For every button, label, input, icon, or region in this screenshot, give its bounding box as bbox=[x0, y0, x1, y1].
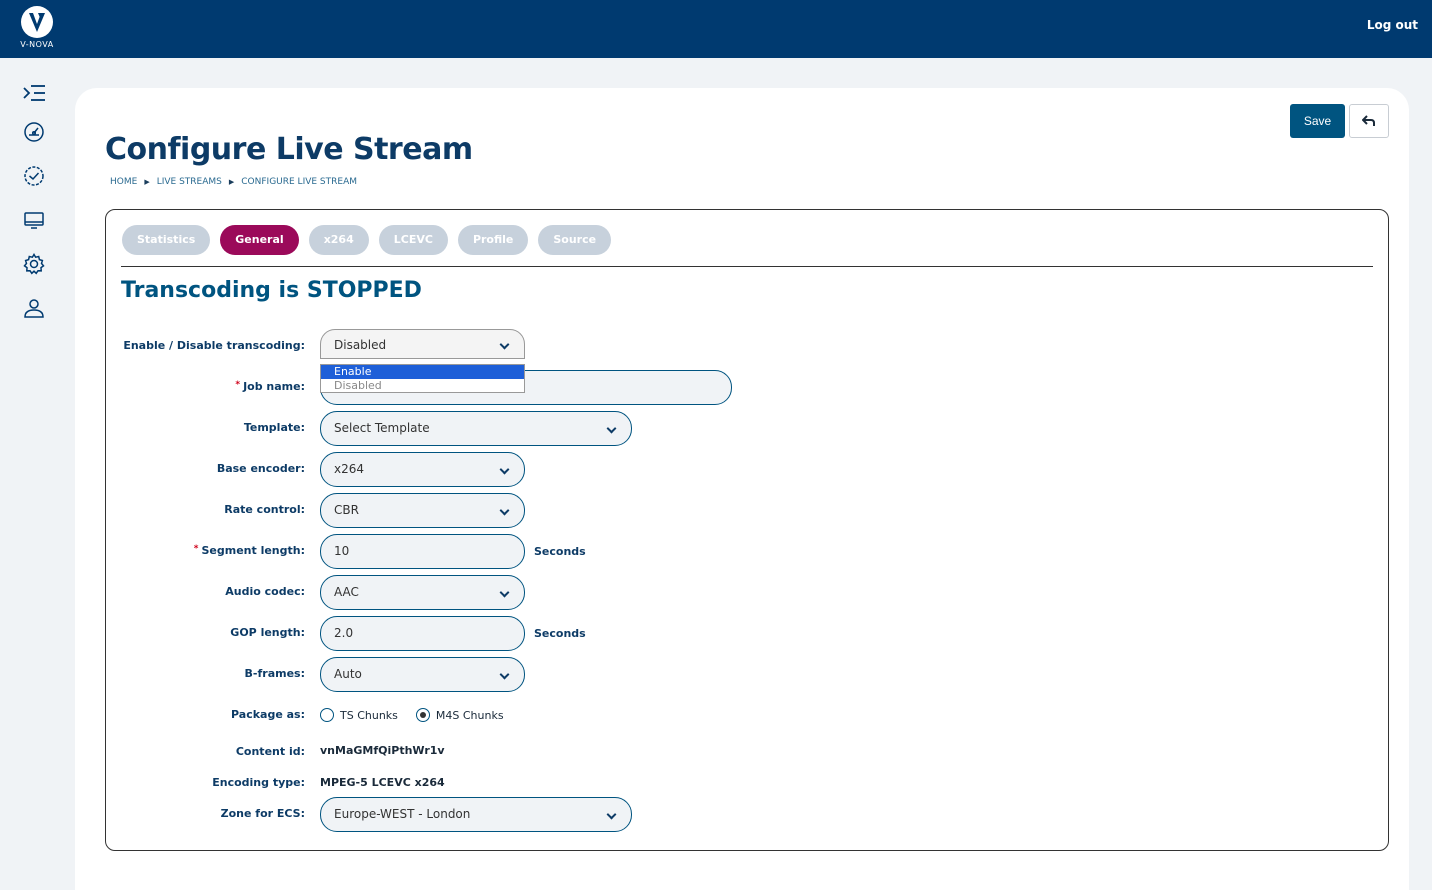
transcoding-options-list: Enable Disabled bbox=[320, 364, 525, 393]
logout-link[interactable]: Log out bbox=[1367, 18, 1418, 32]
menu-expand-icon[interactable] bbox=[22, 82, 46, 106]
save-button[interactable]: Save bbox=[1290, 104, 1345, 138]
base-encoder-label: Base encoder: bbox=[216, 462, 305, 475]
breadcrumb: HOME ▶ LIVE STREAMS ▶ CONFIGURE LIVE STR… bbox=[110, 177, 357, 187]
segment-length-label-text: Segment length: bbox=[201, 544, 305, 557]
job-name-label: * Job name: bbox=[121, 380, 305, 393]
gop-length-input[interactable]: 2.0 bbox=[320, 616, 525, 651]
tab-x264[interactable]: x264 bbox=[308, 225, 369, 255]
content-id-label: Content id: bbox=[235, 745, 305, 758]
ts-chunks-label[interactable]: TS Chunks bbox=[340, 709, 398, 722]
template-select[interactable]: Select Template bbox=[320, 411, 632, 446]
user-icon[interactable] bbox=[22, 296, 46, 320]
job-name-label-text: Job name: bbox=[243, 380, 305, 393]
vnova-logo[interactable]: V-NOVA bbox=[18, 6, 56, 52]
content-id-value: vnMaGMfQiPthWr1v bbox=[320, 744, 445, 757]
check-circle-icon[interactable] bbox=[22, 164, 46, 188]
encoding-type-value: MPEG-5 LCEVC x264 bbox=[320, 776, 445, 789]
transcoding-select[interactable]: Disabled bbox=[320, 329, 525, 359]
breadcrumb-live-streams[interactable]: LIVE STREAMS bbox=[157, 177, 222, 187]
gop-length-unit: Seconds bbox=[534, 627, 586, 640]
option-disabled[interactable]: Disabled bbox=[321, 379, 524, 393]
transcoding-label: Enable / Disable transcoding: bbox=[123, 339, 305, 352]
sidebar bbox=[0, 58, 70, 890]
config-card: Statistics General x264 LCEVC Profile So… bbox=[105, 209, 1389, 851]
tab-bar: Statistics General x264 LCEVC Profile So… bbox=[122, 225, 612, 255]
segment-length-unit: Seconds bbox=[534, 545, 586, 558]
m4s-chunks-radio[interactable] bbox=[415, 708, 430, 722]
breadcrumb-separator-icon: ▶ bbox=[228, 178, 235, 186]
b-frames-label: B-frames: bbox=[244, 667, 305, 680]
tab-source[interactable]: Source bbox=[538, 225, 612, 255]
template-label: Template: bbox=[243, 421, 305, 434]
audio-codec-label: Audio codec: bbox=[225, 585, 305, 598]
main-panel: Save Configure Live Stream HOME ▶ LIVE S… bbox=[75, 88, 1409, 890]
tab-general[interactable]: General bbox=[220, 225, 299, 255]
brand-name: V-NOVA bbox=[20, 40, 54, 49]
rate-control-label: Rate control: bbox=[224, 503, 305, 516]
required-marker: * bbox=[193, 544, 199, 554]
undo-arrow-icon bbox=[1362, 115, 1375, 126]
b-frames-select[interactable]: Auto bbox=[320, 657, 525, 692]
breadcrumb-current: CONFIGURE LIVE STREAM bbox=[241, 177, 358, 187]
back-button[interactable] bbox=[1349, 104, 1389, 138]
gop-length-label: GOP length: bbox=[230, 626, 305, 639]
m4s-chunks-label[interactable]: M4S Chunks bbox=[436, 709, 504, 722]
option-enable[interactable]: Enable bbox=[321, 365, 524, 379]
zone-select[interactable]: Europe-WEST - London bbox=[320, 797, 632, 832]
tab-divider bbox=[121, 266, 1373, 267]
tab-statistics[interactable]: Statistics bbox=[122, 225, 211, 255]
tab-profile[interactable]: Profile bbox=[457, 225, 529, 255]
rate-control-select[interactable]: CBR bbox=[320, 493, 525, 528]
transcoding-status: Transcoding is STOPPED bbox=[121, 278, 422, 303]
package-as-radio-group: TS Chunks M4S Chunks bbox=[320, 708, 504, 722]
logo-mark-icon bbox=[21, 6, 53, 38]
page-title: Configure Live Stream bbox=[105, 132, 473, 167]
dashboard-gauge-icon[interactable] bbox=[22, 120, 46, 144]
breadcrumb-separator-icon: ▶ bbox=[144, 178, 150, 186]
audio-codec-select[interactable]: AAC bbox=[320, 575, 525, 610]
breadcrumb-home[interactable]: HOME bbox=[110, 177, 137, 187]
zone-label: Zone for ECS: bbox=[220, 807, 305, 820]
package-as-label: Package as: bbox=[231, 708, 305, 721]
base-encoder-select[interactable]: x264 bbox=[320, 452, 525, 487]
required-marker: * bbox=[235, 380, 241, 390]
segment-length-label: * Segment length: bbox=[121, 544, 305, 557]
gear-icon[interactable] bbox=[22, 252, 46, 276]
ts-chunks-radio[interactable] bbox=[320, 708, 334, 722]
top-bar: V-NOVA Log out bbox=[0, 0, 1432, 58]
encoding-type-label: Encoding type: bbox=[212, 776, 305, 789]
segment-length-input[interactable]: 10 bbox=[320, 534, 525, 569]
tab-lcevc[interactable]: LCEVC bbox=[378, 225, 448, 255]
monitor-icon[interactable] bbox=[22, 208, 46, 232]
